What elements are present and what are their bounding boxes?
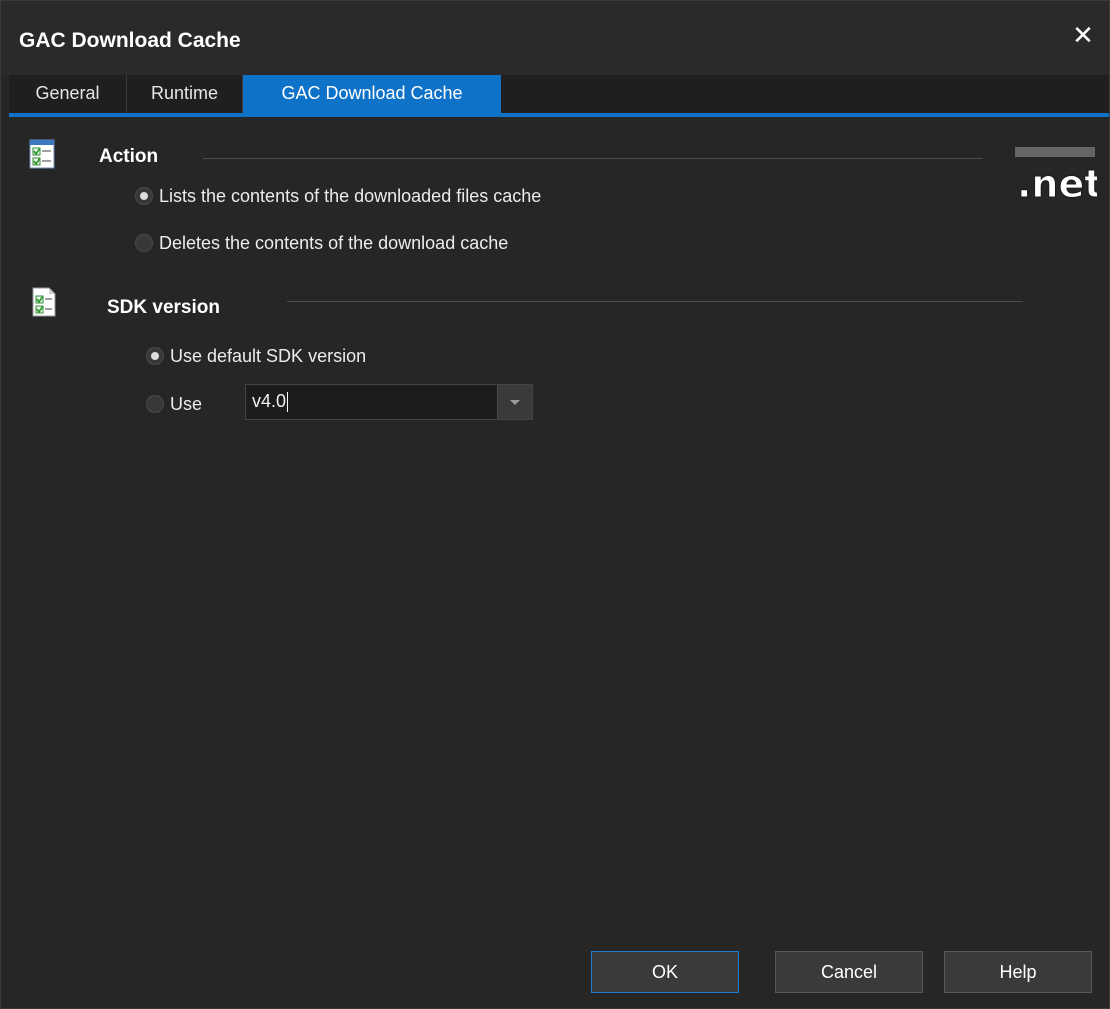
help-button[interactable]: Help (944, 951, 1092, 993)
radio-label: Lists the contents of the downloaded fil… (159, 185, 542, 206)
dropdown-button[interactable] (497, 385, 532, 419)
radio-label: Use default SDK version (170, 345, 367, 366)
radio-indicator[interactable] (146, 347, 164, 365)
dotnet-logo: .net (1015, 147, 1097, 205)
action-divider (203, 158, 983, 159)
title-bar: GAC Download Cache ✕ (1, 1, 1109, 75)
radio-default-sdk[interactable]: Use default SDK version (146, 343, 366, 369)
close-icon[interactable]: ✕ (1069, 21, 1097, 49)
dialog-window: GAC Download Cache ✕ General Runtime GAC… (0, 0, 1110, 1009)
window-title: GAC Download Cache (19, 29, 241, 52)
sdk-divider (287, 301, 1023, 302)
radio-delete-cache[interactable]: Deletes the contents of the download cac… (135, 230, 508, 256)
sdk-version-combobox[interactable]: v4.0 (245, 384, 533, 420)
cancel-button[interactable]: Cancel (775, 951, 923, 993)
tab-runtime[interactable]: Runtime (127, 75, 243, 113)
checklist-document-icon (32, 287, 56, 317)
chevron-down-icon (510, 400, 520, 405)
tab-general[interactable]: General (9, 75, 127, 113)
radio-list-cache[interactable]: Lists the contents of the downloaded fil… (135, 183, 541, 209)
radio-indicator[interactable] (135, 187, 153, 205)
sdk-version-value[interactable]: v4.0 (252, 391, 289, 413)
radio-label: Deletes the contents of the download cac… (159, 232, 509, 253)
checklist-window-icon (29, 139, 55, 169)
dotnet-logo-text: .net (1017, 162, 1097, 205)
tab-bar: General Runtime GAC Download Cache (9, 75, 1109, 171)
radio-use-sdk[interactable]: Use (146, 391, 202, 417)
ok-button[interactable]: OK (591, 951, 739, 993)
content-panel: Action Lists the contents of the downloa… (9, 117, 1109, 1008)
action-section-title: Action (99, 146, 159, 167)
sdk-section-title: SDK version (107, 297, 220, 318)
radio-indicator[interactable] (146, 395, 164, 413)
tab-gac-download-cache[interactable]: GAC Download Cache (243, 75, 501, 113)
radio-indicator[interactable] (135, 234, 153, 252)
radio-label: Use (170, 393, 203, 414)
